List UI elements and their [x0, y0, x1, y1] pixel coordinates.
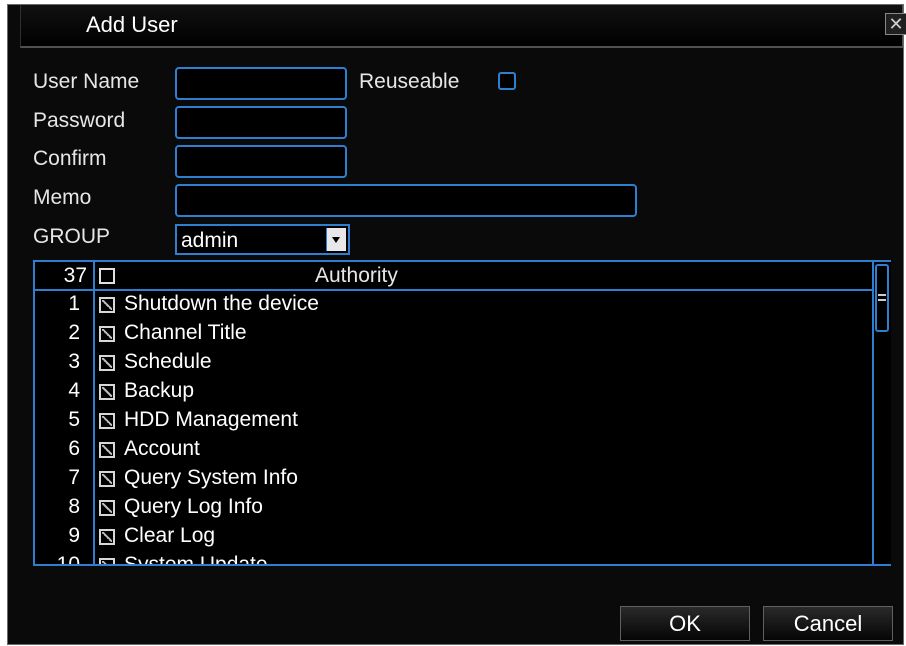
row-checkbox[interactable]: [99, 297, 115, 313]
row-label: Schedule: [124, 350, 212, 373]
group-select-value: admin: [181, 229, 239, 252]
select-all-checkbox[interactable]: [99, 268, 115, 284]
row-checkbox[interactable]: [99, 471, 115, 487]
row-checkbox[interactable]: [99, 413, 115, 429]
confirm-label: Confirm: [33, 147, 107, 170]
row-number: 10: [35, 553, 80, 564]
row-label: System Update: [124, 553, 268, 564]
memo-label: Memo: [33, 186, 92, 209]
row-label: HDD Management: [124, 408, 298, 431]
scrollbar-thumb[interactable]: [875, 264, 889, 332]
row-number: 7: [68, 466, 80, 489]
row-number: 3: [68, 350, 80, 373]
row-label: Query Log Info: [124, 495, 263, 518]
row-checkbox[interactable]: [99, 384, 115, 400]
authority-row[interactable]: 2 Channel Title: [35, 320, 873, 349]
password-label: Password: [33, 109, 126, 132]
row-label: Shutdown the device: [124, 292, 319, 315]
authority-list: 1 Shutdown the device 2 Channel Title 3 …: [35, 291, 873, 564]
authority-scrollbar[interactable]: [872, 262, 891, 564]
row-number: 1: [68, 292, 80, 315]
row-checkbox[interactable]: [99, 558, 115, 564]
password-input[interactable]: [175, 106, 347, 139]
row-label: Clear Log: [124, 524, 216, 547]
row-checkbox[interactable]: [99, 442, 115, 458]
row-number: 4: [68, 379, 80, 402]
authority-row[interactable]: 4 Backup: [35, 378, 873, 407]
dialog-title: Add User: [86, 12, 178, 37]
row-number: 2: [68, 321, 80, 344]
authority-count: 37: [63, 264, 87, 287]
row-label: Account: [124, 437, 200, 460]
row-checkbox[interactable]: [99, 326, 115, 342]
authority-table: 37 Authority 1 Shutdown the device 2 Cha…: [33, 260, 891, 566]
authority-header-title: Authority: [315, 264, 398, 287]
row-label: Backup: [124, 379, 195, 402]
authority-row[interactable]: 6 Account: [35, 436, 873, 465]
row-checkbox[interactable]: [99, 500, 115, 516]
row-number: 9: [68, 524, 80, 547]
group-label: GROUP: [33, 225, 111, 248]
authority-row[interactable]: 8 Query Log Info: [35, 494, 873, 523]
row-number: 8: [68, 495, 80, 518]
user-name-label: User Name: [33, 70, 140, 93]
authority-row[interactable]: 1 Shutdown the device: [35, 291, 873, 320]
chevron-down-icon[interactable]: [326, 228, 346, 251]
authority-row[interactable]: 9 Clear Log: [35, 523, 873, 552]
add-user-dialog: Add User ✕ User Name Reuseable Password …: [7, 4, 906, 645]
authority-row[interactable]: 3 Schedule: [35, 349, 873, 378]
reuseable-label: Reuseable: [359, 70, 460, 93]
row-number: 6: [68, 437, 80, 460]
authority-row[interactable]: 7 Query System Info: [35, 465, 873, 494]
row-label: Query System Info: [124, 466, 298, 489]
authority-table-header: 37 Authority: [35, 262, 873, 291]
confirm-password-input[interactable]: [175, 145, 347, 178]
authority-row[interactable]: 5 HDD Management: [35, 407, 873, 436]
close-icon[interactable]: ✕: [885, 13, 906, 35]
user-name-input[interactable]: [175, 67, 347, 100]
row-checkbox[interactable]: [99, 529, 115, 545]
ok-button[interactable]: OK: [620, 606, 750, 641]
reuseable-checkbox[interactable]: [498, 72, 516, 90]
row-label: Channel Title: [124, 321, 247, 344]
cancel-button[interactable]: Cancel: [763, 606, 893, 641]
row-checkbox[interactable]: [99, 355, 115, 371]
row-number: 5: [68, 408, 80, 431]
title-bar: Add User ✕: [20, 5, 906, 48]
memo-input[interactable]: [175, 184, 637, 217]
group-select[interactable]: admin: [175, 224, 350, 255]
authority-row[interactable]: 10 System Update: [35, 552, 873, 564]
